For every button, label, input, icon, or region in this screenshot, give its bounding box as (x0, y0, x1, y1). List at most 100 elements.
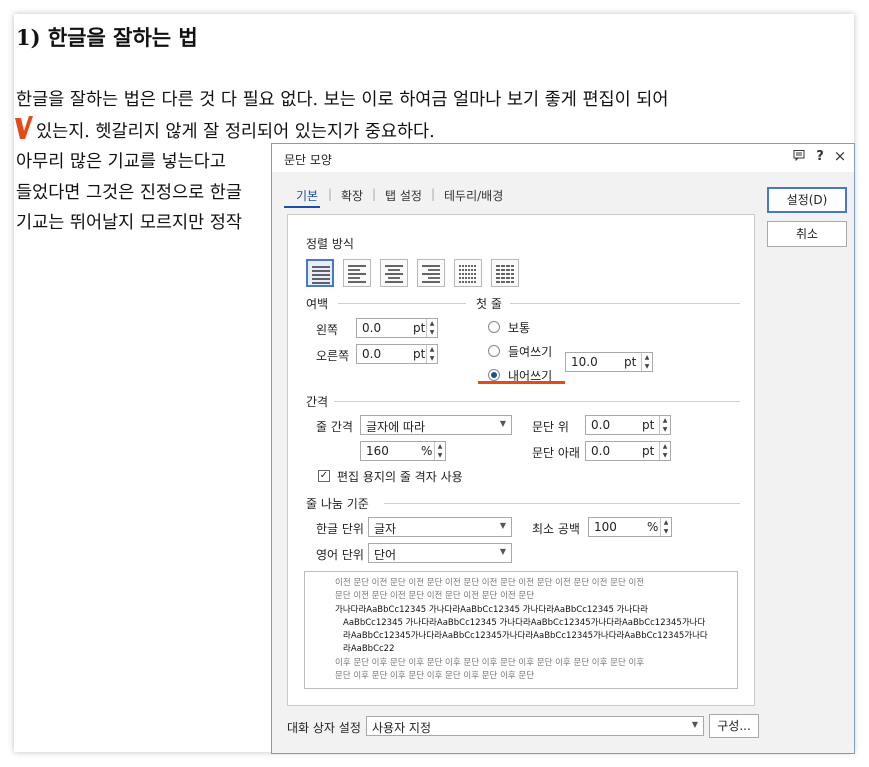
document-line: 들었다면 그것은 진정으로 한글 (16, 183, 242, 203)
preview-sample-line: AaBbCc12345 가나다라AaBbCc12345 가나다라AaBbCc12… (343, 618, 706, 628)
spinner-arrows-icon[interactable]: ▲ ▼ (426, 319, 437, 337)
ok-button[interactable]: 설정(D) (767, 187, 847, 213)
comment-icon[interactable] (791, 149, 807, 165)
document-line: 있는지. 헷갈리지 않게 잘 정리되어 있는지가 중요하다. (36, 122, 435, 142)
close-icon[interactable]: × (832, 147, 848, 165)
tab-separator: | (328, 187, 333, 201)
highlight-underline (478, 381, 565, 384)
tab-extended[interactable]: 확장 (341, 187, 363, 204)
section-divider (338, 303, 466, 304)
min-space-spinner[interactable]: 100 % ▲ ▼ (588, 517, 672, 537)
first-line-hanging-radio[interactable] (488, 369, 500, 381)
para-below-value: 0.0 (591, 444, 611, 458)
spinner-arrows-icon[interactable]: ▲ ▼ (660, 518, 671, 536)
right-margin-unit: pt (413, 347, 426, 361)
line-spacing-type-value: 글자에 따라 (366, 420, 426, 434)
align-divide-button[interactable] (491, 259, 519, 287)
first-line-unit: pt (624, 355, 637, 369)
first-line-indent-radio[interactable] (488, 345, 500, 357)
dialog-title: 문단 모양 (284, 153, 332, 167)
para-above-spinner[interactable]: 0.0 pt ▲ ▼ (585, 415, 671, 435)
right-margin-value: 0.0 (362, 347, 382, 361)
active-tab-indicator (284, 206, 320, 208)
left-margin-spinner[interactable]: 0.0 pt ▲ ▼ (356, 318, 438, 338)
preview-sample-line: 가나다라AaBbCc12345 가나다라AaBbCc12345 가나다라AaBb… (335, 605, 648, 615)
dialog-settings-label: 대화 상자 설정 (287, 721, 361, 735)
spinner-arrows-icon[interactable]: ▲ ▼ (659, 442, 670, 460)
document-heading: 1) 한글을 잘하는 법 (16, 25, 198, 50)
paragraph-preview: 이전 문단 이전 문단 이전 문단 이전 문단 이전 문단 이전 문단 이전 문… (304, 571, 738, 689)
tab-border-background[interactable]: 테두리/배경 (444, 187, 503, 204)
dialog-titlebar[interactable]: 문단 모양 ? × (272, 144, 854, 172)
left-margin-label: 왼쪽 (316, 323, 339, 337)
korean-unit-label: 한글 단위 (316, 522, 364, 536)
right-margin-label: 오른쪽 (316, 349, 350, 363)
margin-section-label: 여백 (306, 297, 329, 311)
align-distribute-icon (459, 265, 477, 283)
english-unit-label: 영어 단위 (316, 548, 364, 562)
grid-checkbox-label[interactable]: 편집 용지의 줄 격자 사용 (337, 468, 463, 485)
align-justify-icon (312, 266, 330, 284)
first-line-normal-radio[interactable] (488, 321, 500, 333)
para-above-label: 문단 위 (532, 420, 569, 434)
grid-checkbox[interactable]: ✓ (318, 470, 330, 482)
first-line-indent-label[interactable]: 들여쓰기 (508, 343, 552, 360)
dialog-settings-select[interactable]: 사용자 지정 ▼ (366, 716, 704, 736)
align-distribute-button[interactable] (454, 259, 482, 287)
first-line-normal-label[interactable]: 보통 (508, 319, 530, 336)
align-center-icon (385, 265, 403, 283)
dialog-settings-value: 사용자 지정 (372, 721, 432, 735)
line-spacing-value: 160 (366, 444, 389, 458)
line-spacing-type-select[interactable]: 글자에 따라 ▼ (360, 415, 512, 435)
section-divider (384, 503, 740, 504)
align-center-button[interactable] (380, 259, 408, 287)
help-icon[interactable]: ? (812, 149, 828, 164)
cancel-button[interactable]: 취소 (767, 221, 847, 247)
document-line: 아무리 많은 기교를 넣는다고 (16, 152, 226, 172)
left-margin-unit: pt (413, 321, 426, 335)
align-left-button[interactable] (343, 259, 371, 287)
right-margin-spinner[interactable]: 0.0 pt ▲ ▼ (356, 344, 438, 364)
preview-next-line: 문단 이후 문단 이후 문단 이후 문단 이후 문단 이후 문단 (335, 671, 535, 681)
tab-separator: | (431, 187, 436, 201)
preview-prev-line: 이전 문단 이전 문단 이전 문단 이전 문단 이전 문단 이전 문단 이전 문… (335, 578, 645, 588)
line-spacing-unit: % (421, 444, 433, 458)
line-spacing-label: 줄 간격 (316, 420, 353, 434)
english-unit-value: 단어 (374, 548, 397, 562)
align-left-icon (348, 265, 366, 283)
para-below-spinner[interactable]: 0.0 pt ▲ ▼ (585, 441, 671, 461)
min-space-label: 최소 공백 (532, 522, 580, 536)
align-justify-button[interactable] (306, 259, 334, 287)
preview-sample-line: 라AaBbCc22 (343, 644, 395, 654)
spinner-arrows-icon[interactable]: ▲ ▼ (659, 416, 670, 434)
para-above-value: 0.0 (591, 418, 611, 432)
spinner-arrows-icon[interactable]: ▲ ▼ (426, 345, 437, 363)
preview-sample-line: 라AaBbCc12345가나다라AaBbCc12345가나다라AaBbCc123… (343, 631, 708, 641)
spinner-arrows-icon[interactable]: ▲ ▼ (434, 442, 445, 460)
alignment-label: 정렬 방식 (306, 237, 354, 251)
line-spacing-value-spinner[interactable]: 160 % ▲ ▼ (360, 441, 446, 461)
left-margin-value: 0.0 (362, 321, 382, 335)
para-below-label: 문단 아래 (532, 446, 580, 460)
first-line-section-label: 첫 줄 (476, 297, 502, 311)
tab-basic[interactable]: 기본 (296, 187, 318, 204)
preview-next-line: 이후 문단 이후 문단 이후 문단 이후 문단 이후 문단 이후 문단 이후 문… (335, 658, 645, 668)
korean-unit-select[interactable]: 글자 ▼ (368, 517, 512, 537)
section-divider (510, 303, 740, 304)
chevron-down-icon: ▼ (499, 521, 506, 530)
align-right-icon (422, 265, 440, 283)
chevron-down-icon: ▼ (499, 419, 506, 428)
spacing-section-label: 간격 (306, 395, 329, 409)
spinner-arrows-icon[interactable]: ▲ ▼ (641, 353, 652, 371)
first-line-value-spinner[interactable]: 10.0 pt ▲ ▼ (565, 352, 653, 372)
english-unit-select[interactable]: 단어 ▼ (368, 543, 512, 563)
configure-button[interactable]: 구성... (709, 714, 759, 738)
first-line-value: 10.0 (571, 355, 598, 369)
para-above-unit: pt (642, 418, 655, 432)
chevron-down-icon: ▼ (499, 547, 506, 556)
para-below-unit: pt (642, 444, 655, 458)
tab-tab-settings[interactable]: 탭 설정 (385, 187, 422, 204)
document-line: 한글을 잘하는 법은 다른 것 다 필요 없다. 보는 이로 하여금 얼마나 보… (16, 90, 669, 110)
min-space-value: 100 (594, 520, 617, 534)
align-right-button[interactable] (417, 259, 445, 287)
